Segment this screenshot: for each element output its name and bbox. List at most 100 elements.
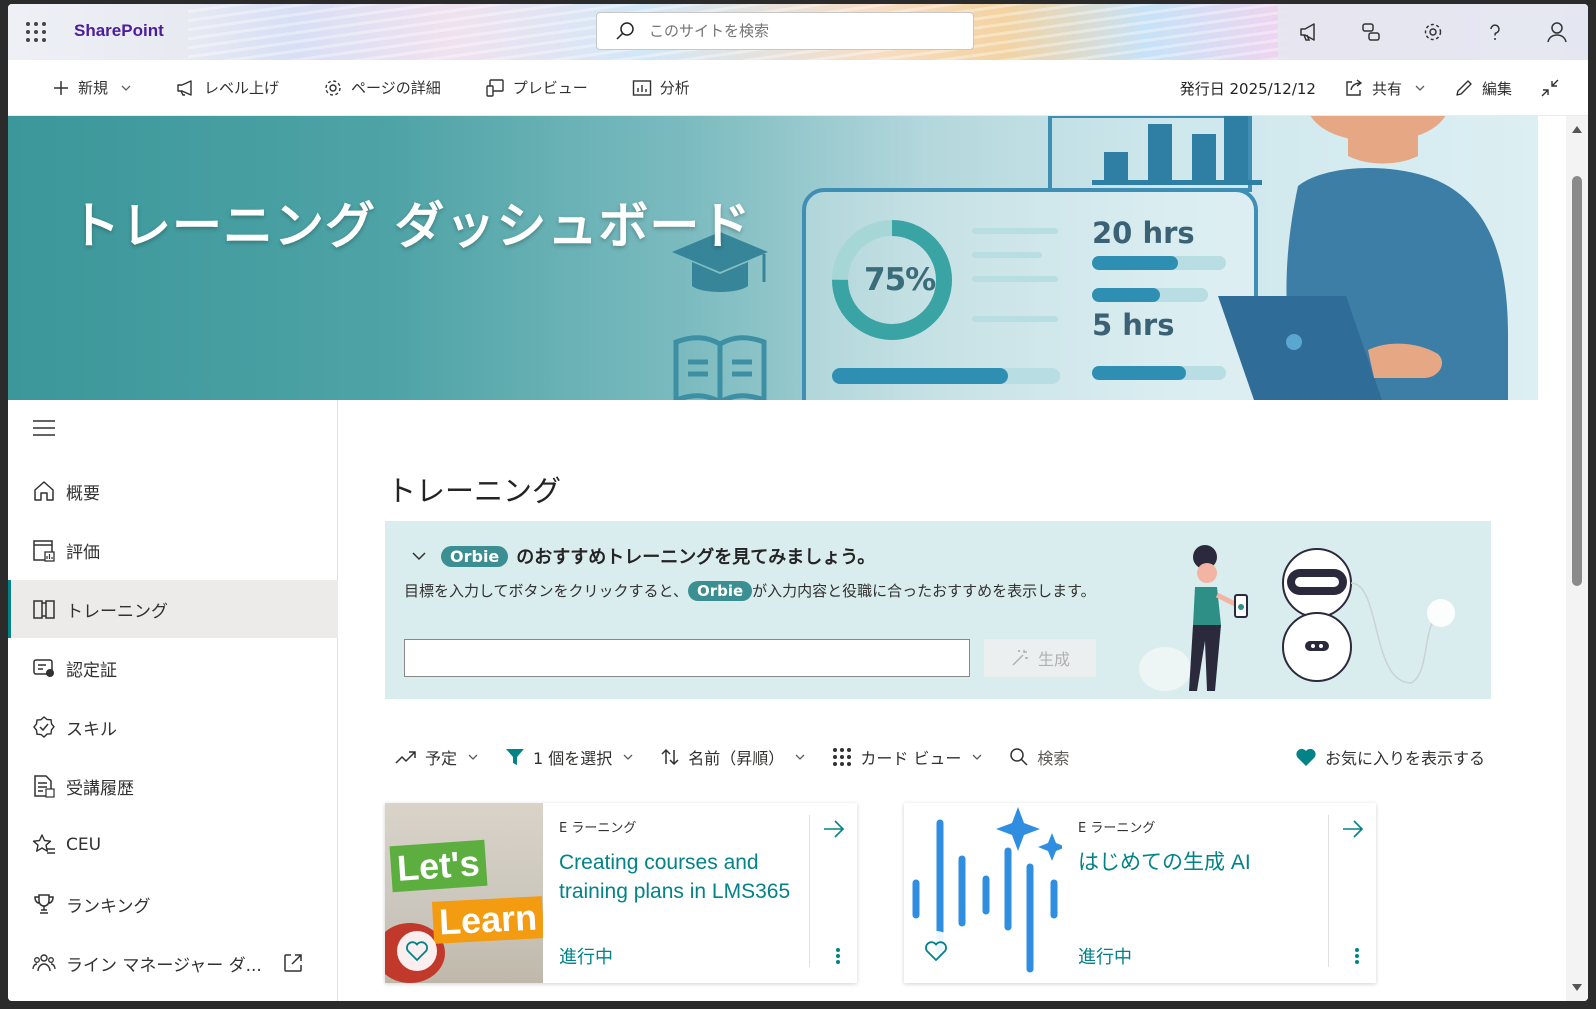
thumb-text-learn: Learn	[437, 896, 539, 943]
arrow-right-icon[interactable]	[1342, 819, 1364, 839]
share-button[interactable]: 共有	[1344, 78, 1426, 99]
site-search-box[interactable]	[596, 12, 974, 50]
banner-illustration	[672, 116, 1508, 400]
external-link-icon[interactable]	[282, 952, 304, 974]
favorite-button[interactable]	[916, 931, 956, 971]
view-label: カード ビュー	[860, 749, 962, 768]
page-details-button[interactable]: ページの詳細	[323, 77, 441, 98]
scroll-down-arrow[interactable]	[1572, 984, 1582, 991]
banner-title: トレーニング ダッシュボード	[70, 197, 752, 255]
nav-item-overview[interactable]: 概要	[8, 462, 338, 520]
account-avatar-icon[interactable]	[1545, 20, 1569, 44]
chevron-down-icon	[121, 85, 131, 91]
nav-item-assessment[interactable]: 評価	[8, 521, 338, 579]
nav-item-history[interactable]: 受講履歴	[8, 757, 338, 815]
nav-item-ceu[interactable]: CEU	[8, 816, 338, 874]
favorite-button[interactable]	[397, 931, 437, 971]
training-card[interactable]: E ラーニング はじめての生成 AI 進行中	[904, 803, 1376, 983]
card-divider	[809, 815, 810, 967]
sharepoint-brand[interactable]: SharePoint	[74, 21, 164, 41]
sort-select[interactable]: 名前（昇順）	[660, 745, 806, 769]
collapse-button[interactable]	[1540, 78, 1560, 98]
more-options-icon[interactable]	[1354, 947, 1360, 965]
more-options-icon[interactable]	[835, 947, 841, 965]
orbie-pill-inline: Orbie	[687, 581, 753, 601]
card-status: 進行中	[1078, 947, 1132, 968]
card-body: E ラーニング はじめての生成 AI	[1078, 817, 1328, 877]
megaphone-icon[interactable]	[1297, 20, 1321, 44]
grid-dots-icon	[833, 748, 852, 766]
sort-label: 名前（昇順）	[688, 749, 785, 768]
promote-button[interactable]: レベル上げ	[176, 77, 279, 98]
hamburger-menu-icon[interactable]	[32, 418, 56, 442]
sort-arrows-icon	[661, 748, 679, 766]
training-search[interactable]: 検索	[1009, 745, 1069, 769]
scrollbar-thumb[interactable]	[1572, 176, 1582, 586]
arrow-right-icon[interactable]	[823, 819, 845, 839]
share-label: 共有	[1371, 79, 1402, 98]
orbie-recommendation-panel: Orbie のおすすめトレーニングを見てみましょう。 目標を入力してボタンをクリ…	[385, 521, 1491, 699]
nav-item-label: スキル	[66, 719, 117, 740]
card-title[interactable]: はじめての生成 AI	[1078, 848, 1328, 877]
nav-item-ranking[interactable]: ランキング	[8, 875, 338, 933]
nav-item-label: ライン マネージャー ダ...	[66, 955, 262, 976]
new-button[interactable]: 新規	[52, 77, 132, 98]
favorites-label: お気に入りを表示する	[1324, 749, 1485, 768]
training-toolbar: 予定 1 個を選択 名前（昇順） カード ビュー 検索 お気に入りを表示する	[395, 742, 1495, 772]
orbie-illustration	[1139, 545, 1455, 691]
site-search-input[interactable]	[649, 22, 949, 40]
goal-input[interactable]	[404, 639, 970, 677]
search-icon	[1010, 748, 1028, 766]
filter-select[interactable]: 1 個を選択	[505, 745, 634, 769]
people-icon	[32, 954, 56, 972]
scheduled-label: 予定	[425, 749, 458, 768]
nav-item-label: CEU	[66, 835, 102, 855]
chevron-down-icon	[623, 754, 633, 760]
preview-button[interactable]: プレビュー	[485, 77, 588, 98]
skill-badge-icon	[33, 716, 55, 738]
search-icon	[616, 22, 634, 40]
app-launcher-icon[interactable]	[26, 22, 46, 42]
nav-item-label: 概要	[66, 483, 100, 504]
preview-label: プレビュー	[512, 79, 588, 97]
nav-item-skills[interactable]: スキル	[8, 698, 338, 756]
history-icon	[34, 775, 55, 798]
edit-button[interactable]: 編集	[1454, 78, 1512, 99]
nav-item-line-manager[interactable]: ライン マネージャー ダ...	[8, 934, 338, 992]
orbie-pill: Orbie	[441, 545, 509, 567]
gear-icon	[325, 79, 341, 96]
chevron-down-icon	[795, 754, 805, 760]
star-list-icon	[32, 834, 55, 854]
orbie-desc-before: 目標を入力してボタンをクリックすると、	[404, 582, 688, 600]
hours-label-2: 5 hrs	[1092, 308, 1175, 342]
search-label: 検索	[1037, 749, 1070, 768]
settings-gear-icon[interactable]	[1421, 20, 1445, 44]
scroll-up-arrow[interactable]	[1572, 126, 1582, 133]
analytics-button[interactable]: 分析	[632, 77, 690, 98]
pencil-icon	[1456, 80, 1472, 96]
generate-button[interactable]: 生成	[984, 639, 1096, 677]
suite-actions	[1278, 4, 1588, 60]
share-icon	[1346, 79, 1363, 96]
browser-window: SharePoint 新規 レベル上げ ページの詳細	[8, 4, 1588, 1001]
orbie-desc-after: が入力内容と役職に合ったおすすめを表示します。	[752, 582, 1096, 600]
nav-item-certificates[interactable]: 認定証	[8, 639, 338, 697]
heart-outline-icon	[925, 941, 947, 962]
training-card[interactable]: Let's Learn E ラーニング Creating courses and…	[385, 803, 857, 983]
card-title[interactable]: Creating courses and training plans in L…	[559, 848, 809, 906]
app-connect-icon[interactable]	[1359, 20, 1383, 44]
nav-item-label: ランキング	[66, 896, 151, 917]
orbie-heading: Orbie のおすすめトレーニングを見てみましょう。	[411, 543, 875, 569]
certificate-icon	[33, 659, 54, 677]
page-scrollbar[interactable]	[1566, 116, 1588, 1001]
nav-item-label: トレーニング	[66, 601, 168, 622]
chevron-down-icon	[1415, 85, 1425, 91]
page-title: トレーニング	[387, 474, 562, 508]
nav-item-training[interactable]: トレーニング	[8, 580, 338, 638]
chevron-down-icon[interactable]	[411, 548, 427, 564]
help-icon[interactable]	[1483, 20, 1507, 44]
scheduled-filter[interactable]: 予定	[395, 745, 479, 769]
book-icon	[33, 600, 55, 619]
view-select[interactable]: カード ビュー	[832, 745, 983, 769]
show-favorites-toggle[interactable]: お気に入りを表示する	[1295, 745, 1485, 769]
